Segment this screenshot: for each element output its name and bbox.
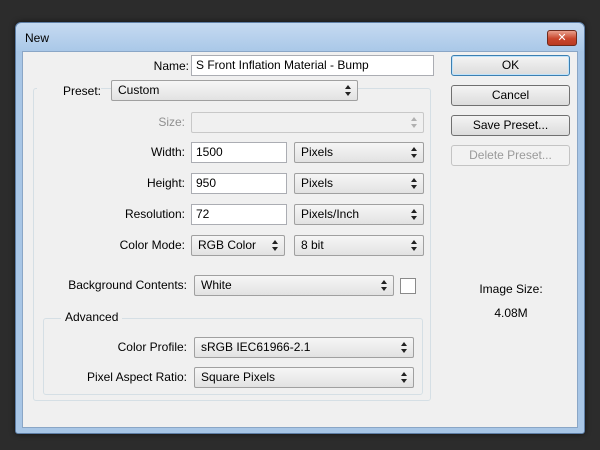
resolution-unit-value: Pixels/Inch <box>301 207 360 221</box>
size-select <box>191 112 424 133</box>
width-input[interactable]: 1500 <box>191 142 287 163</box>
dropdown-arrow-icon <box>272 240 279 251</box>
window-title: New <box>25 31 50 45</box>
dialog-window: New ✕ Name: S Front Inflation Material -… <box>15 22 585 434</box>
pixel-aspect-ratio-label: Pixel Aspect Ratio: <box>86 370 187 384</box>
color-mode-value: RGB Color <box>198 238 257 252</box>
close-button[interactable]: ✕ <box>547 30 577 46</box>
resolution-input[interactable]: 72 <box>191 204 287 225</box>
dropdown-arrow-icon <box>411 209 418 220</box>
advanced-group-title: Advanced <box>61 310 123 324</box>
image-size-label: Image Size: <box>479 282 543 296</box>
height-input[interactable]: 950 <box>191 173 287 194</box>
background-color-swatch[interactable] <box>400 278 416 294</box>
color-profile-select[interactable]: sRGB IEC61966-2.1 <box>194 337 414 358</box>
size-label: Size: <box>158 115 185 129</box>
background-contents-value: White <box>201 278 232 292</box>
resolution-unit-select[interactable]: Pixels/Inch <box>294 204 424 225</box>
dropdown-arrow-icon <box>381 280 388 291</box>
name-label: Name: <box>153 59 189 73</box>
preset-value: Custom <box>118 83 160 97</box>
color-mode-label: Color Mode: <box>119 238 185 252</box>
dropdown-arrow-icon <box>345 85 352 96</box>
delete-preset-button: Delete Preset... <box>451 145 570 166</box>
pixel-aspect-ratio-select[interactable]: Square Pixels <box>194 367 414 388</box>
dropdown-arrow-icon <box>411 117 418 128</box>
color-profile-value: sRGB IEC61966-2.1 <box>201 340 311 354</box>
resolution-label: Resolution: <box>124 207 185 221</box>
width-unit-value: Pixels <box>301 145 334 159</box>
ok-button[interactable]: OK <box>451 55 570 76</box>
dropdown-arrow-icon <box>401 342 408 353</box>
height-unit-select[interactable]: Pixels <box>294 173 424 194</box>
dropdown-arrow-icon <box>411 240 418 251</box>
title-bar[interactable]: New ✕ <box>16 23 584 51</box>
bit-depth-value: 8 bit <box>301 238 324 252</box>
height-unit-value: Pixels <box>301 176 334 190</box>
height-label: Height: <box>146 176 185 190</box>
dropdown-arrow-icon <box>401 372 408 383</box>
image-size-value: 4.08M <box>494 306 528 320</box>
dialog-body: Name: S Front Inflation Material - Bump … <box>22 51 578 428</box>
close-icon: ✕ <box>557 31 567 44</box>
preset-label: Preset: <box>37 81 101 101</box>
width-unit-select[interactable]: Pixels <box>294 142 424 163</box>
cancel-button[interactable]: Cancel <box>451 85 570 106</box>
color-mode-select[interactable]: RGB Color <box>191 235 285 256</box>
background-contents-label: Background Contents: <box>68 278 187 292</box>
width-label: Width: <box>150 145 185 159</box>
color-profile-label: Color Profile: <box>117 340 187 354</box>
background-contents-select[interactable]: White <box>194 275 394 296</box>
pixel-aspect-ratio-value: Square Pixels <box>201 370 276 384</box>
save-preset-button[interactable]: Save Preset... <box>451 115 570 136</box>
bit-depth-select[interactable]: 8 bit <box>294 235 424 256</box>
dropdown-arrow-icon <box>411 178 418 189</box>
name-input[interactable]: S Front Inflation Material - Bump <box>191 55 434 76</box>
preset-select[interactable]: Custom <box>111 80 358 101</box>
dropdown-arrow-icon <box>411 147 418 158</box>
